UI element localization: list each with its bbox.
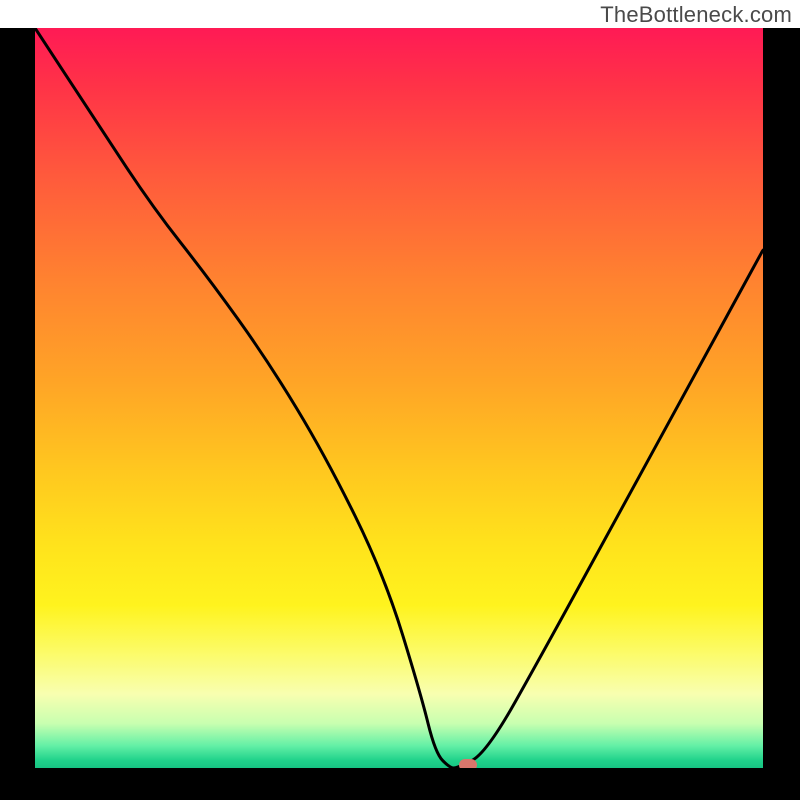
plot-area [35,28,763,768]
optimum-marker [459,759,477,768]
curve-svg [35,28,763,768]
chart-frame [0,28,800,800]
bottleneck-curve [35,28,763,768]
watermark-label: TheBottleneck.com [600,2,792,28]
chart-container: TheBottleneck.com [0,0,800,800]
